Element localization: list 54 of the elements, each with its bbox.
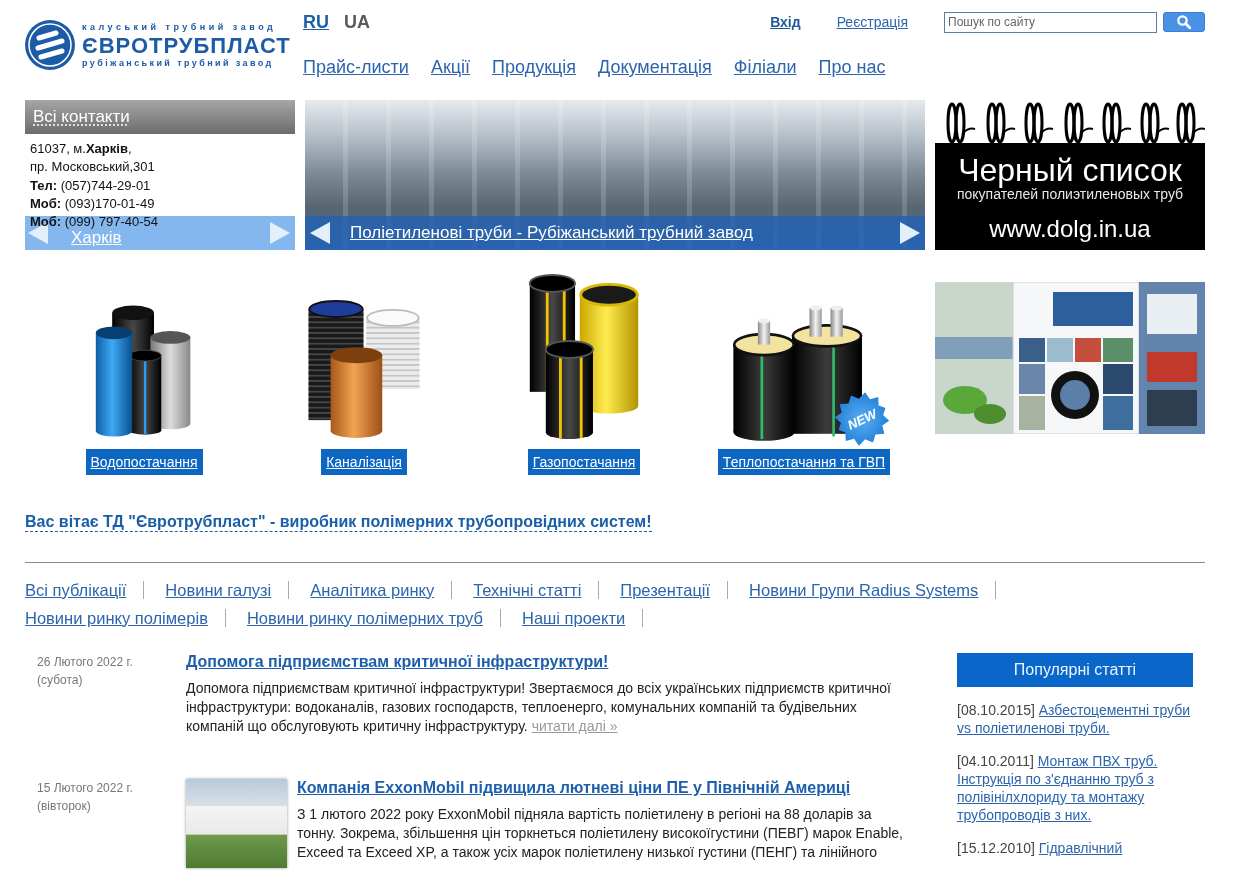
news-weekday: (вівторок)	[37, 798, 91, 815]
blacklist-banner[interactable]: Черный список покупателей полиэтиленовых труб www.dolg.in.ua	[935, 143, 1205, 250]
publication-tab[interactable]: Технічні статті	[473, 580, 582, 600]
logo-wordmark: ЄВРОТРУБПЛАСТ	[82, 32, 291, 58]
news-title-link[interactable]: Допомога підприємствам критичної інфраструктури!	[186, 653, 609, 671]
login-link[interactable]: Вхід	[770, 14, 801, 30]
nav-link[interactable]: Філіали	[733, 56, 797, 78]
product-category-link[interactable]: Газопостачання	[527, 449, 641, 475]
news-title-link[interactable]: Компанія ExxonMobil підвищила лютневі ціни ПЕ у Північній Америці	[297, 779, 851, 797]
publication-tab[interactable]: Наші проекти	[522, 608, 626, 628]
product-category-link[interactable]: Водопостачання	[85, 449, 203, 475]
contact-line: Моб: (099) 797-40-54	[30, 213, 158, 231]
publication-tab[interactable]: Всі публікації	[25, 580, 127, 600]
publication-tab[interactable]: Новини ринку полімерних труб	[246, 608, 483, 628]
popular-article-link[interactable]: [04.10.2011] Монтаж ПВХ труб. Інструкція по з'єднанню труб з полівінілхлориду та монтажу трубопроводів з них.	[957, 752, 1193, 824]
nav-link[interactable]: Акції	[430, 56, 471, 78]
nav-link[interactable]: Про нас	[818, 56, 886, 78]
product-category-link[interactable]: Каналізація	[321, 449, 407, 475]
news-date: 15 Лютого 2022 г.	[37, 780, 133, 797]
news-summary: З 1 лютого 2022 року ExxonMobil підняла вартість поліетилену в регіоні на 88 доларів за тонну. Зокрема, збільшення цін торкнеться поліетилену високоїгустини (ПЕВГ) марок Enable, Exceed та Exceed XP, а також усіх марок поліетилену низької густини (ПЕНГ) та лінійного	[297, 805, 904, 862]
language-link[interactable]: RU	[303, 11, 329, 33]
contact-line: 61037, м.Харків,	[30, 140, 132, 158]
logo-tagline: рубіжанський трубний завод	[82, 57, 274, 69]
contact-line: Моб: (093)170-01-49	[30, 194, 155, 213]
logo-tagline: калуський трубний завод	[82, 21, 277, 33]
banner-url: www.dolg.in.ua	[989, 216, 1151, 242]
register-link[interactable]: Реєстрація	[836, 14, 908, 30]
logo-icon	[25, 20, 75, 70]
nav-link[interactable]: Прайс-листи	[303, 56, 409, 78]
nav-link[interactable]: Продукція	[492, 56, 577, 78]
news-weekday: (субота)	[37, 672, 83, 689]
contact-line: пр. Московський,301	[30, 158, 155, 177]
arrow-right-icon[interactable]	[900, 222, 920, 244]
search-icon	[1177, 15, 1191, 29]
popular-articles-header: Популярні статті	[957, 653, 1193, 687]
search-button[interactable]	[1163, 12, 1205, 32]
slider-caption-link[interactable]: Поліетиленові труби - Рубіжанський трубний завод	[350, 223, 753, 243]
welcome-heading: Вас вітає ТД "Євротрубпласт" - виробник полімерних трубопровідних систем!	[25, 513, 652, 532]
publication-tab[interactable]: Новини Групи Radius Systems	[749, 580, 979, 600]
product-category-link[interactable]: Теплопостачання та ГВП	[717, 449, 891, 475]
popular-article-link[interactable]: [15.12.2010] Гідравлічний	[957, 839, 1193, 857]
publication-tab[interactable]: Новини галузі	[165, 580, 272, 600]
popular-article-link[interactable]: [08.10.2015] Азбестоцементні труби vs поліетиленові труби.	[957, 701, 1193, 737]
search-field[interactable]: Пошук по сайту	[944, 11, 1157, 33]
banner-title: Черный список	[958, 153, 1182, 187]
all-contacts-link[interactable]: Всі контакти	[33, 107, 130, 127]
publication-tab[interactable]: Новини ринку полімерів	[25, 608, 208, 628]
news-summary: Допомога підприємствам критичної інфраструктури! Звертаємося до всіх українських підприємств критичної інфраструктури: водоканалів, газових господарств, теплоенерго, комунальних компаній та будівельних компаній що обслуговують критичну інфраструктуру. читати далі »	[186, 679, 892, 736]
publication-tab[interactable]: Презентації	[620, 580, 711, 600]
language-link[interactable]: UA	[344, 11, 370, 33]
contact-line: Тел: (057)744-29-01	[30, 176, 151, 195]
publication-tab[interactable]: Аналітика ринку	[310, 580, 435, 600]
news-date: 26 Лютого 2022 г.	[37, 654, 133, 671]
nav-link[interactable]: Документація	[598, 56, 712, 78]
